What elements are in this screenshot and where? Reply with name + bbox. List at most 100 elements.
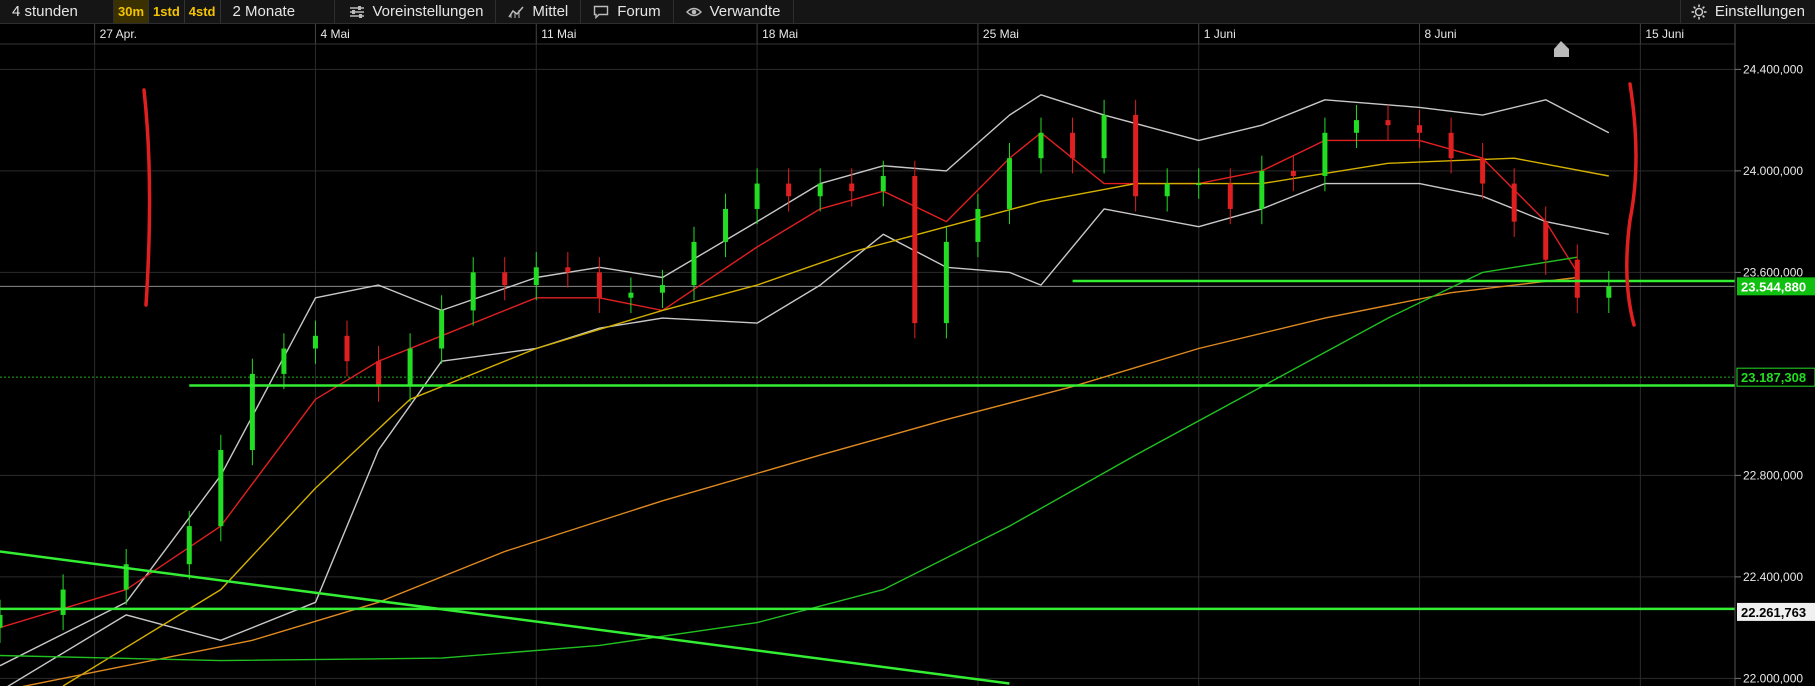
- candle-body: [1385, 120, 1391, 126]
- candle-body: [312, 335, 318, 349]
- candle-body: [723, 208, 729, 242]
- trend-line[interactable]: [0, 550, 1010, 685]
- x-tick-label: 15 Juni: [1645, 27, 1684, 41]
- candle-body: [754, 183, 760, 209]
- candle-body: [1606, 286, 1612, 298]
- series-bollinger_upper: [0, 94, 1610, 667]
- settings-button[interactable]: Einstellungen: [1679, 0, 1815, 23]
- interval-1std-label: 1std: [153, 4, 180, 19]
- candle-body: [1322, 132, 1328, 176]
- presets-label: Voreinstellungen: [372, 3, 484, 20]
- range-label: 2 Monate: [232, 3, 296, 20]
- candle-body: [439, 310, 445, 349]
- candle-body: [1543, 221, 1549, 260]
- x-axis-band: [0, 24, 1815, 44]
- candle-body: [533, 267, 539, 286]
- candle-body: [880, 175, 886, 192]
- candle-body: [596, 272, 602, 298]
- candle-body: [218, 450, 224, 527]
- y-tick-label: 24.000,000: [1743, 164, 1803, 178]
- candle-body: [1006, 158, 1012, 209]
- interval-30m-button[interactable]: 30m: [114, 0, 150, 23]
- candle-body: [60, 589, 66, 615]
- candle-body: [1196, 183, 1202, 186]
- candle-body: [1448, 132, 1454, 159]
- candle-body: [1038, 132, 1044, 159]
- candle-body: [1133, 115, 1139, 197]
- candle-body: [344, 335, 350, 362]
- y-tick-label: 22.800,000: [1743, 468, 1803, 482]
- indicator-lines: [0, 94, 1610, 686]
- y-tick-label: 23.600,000: [1743, 265, 1803, 279]
- average-button[interactable]: Mittel: [496, 0, 582, 23]
- candlestick-chart[interactable]: 27 Apr. 4 Mai 11 Mai 18 Mai 25 Mai 1 Juni 8 Ju…: [0, 24, 1815, 686]
- x-tick-label: 25 Mai: [983, 27, 1019, 41]
- candle-body: [1227, 183, 1233, 209]
- candle-body: [628, 292, 634, 298]
- interval-4std-label: 4std: [188, 4, 216, 19]
- indicator-icon: [508, 6, 524, 18]
- x-tick-label: 4 Mai: [320, 27, 349, 41]
- x-axis: 27 Apr. 4 Mai 11 Mai 18 Mai 25 Mai 1 Juni 8 Ju…: [0, 24, 1815, 45]
- candle-body: [1164, 183, 1170, 197]
- speech-bubble-icon: [594, 5, 609, 19]
- interval-30m-label: 30m: [118, 4, 145, 19]
- gear-icon: [1691, 4, 1707, 19]
- candle-body: [1290, 170, 1296, 176]
- candle-body: [691, 241, 697, 286]
- series-ma_long_orange: [21, 276, 1578, 686]
- series-ma_mid: [62, 157, 1609, 686]
- candle-body: [817, 183, 823, 197]
- price-tag-label: 23.187,308: [1741, 370, 1806, 385]
- horizontal-lines[interactable]: [0, 279, 1735, 611]
- period-dropdown[interactable]: 4 stunden: [0, 0, 114, 23]
- right-red-marker: [1625, 82, 1638, 327]
- candle-body: [1511, 183, 1517, 222]
- candle-body: [849, 183, 855, 192]
- grid: [0, 44, 1735, 686]
- interval-4std-button[interactable]: 4std: [185, 0, 221, 23]
- y-axis: 24.400,000 24.000,000 23.600,000 22.800,000…: [1734, 24, 1815, 686]
- candle-body: [943, 241, 949, 324]
- toolbar: 4 stunden 30m 1std 4std 2 Monate Voreins…: [0, 0, 1815, 24]
- candles: [0, 99, 1612, 643]
- candle-body: [565, 267, 571, 273]
- candle-body: [186, 526, 192, 565]
- candle-body: [1259, 170, 1265, 209]
- candle-body: [659, 285, 665, 293]
- x-tick-label: 11 Mai: [541, 27, 576, 41]
- candle-body: [502, 272, 508, 286]
- candle-body: [376, 361, 382, 387]
- price-tag: 22.261,763: [1737, 602, 1815, 621]
- related-button[interactable]: Verwandte: [674, 0, 794, 23]
- x-tick-label: 8 Juni: [1425, 27, 1457, 41]
- candle-body: [470, 272, 476, 311]
- sliders-icon: [349, 5, 364, 18]
- forum-label: Forum: [617, 3, 661, 20]
- trend-line-group[interactable]: [0, 550, 1010, 685]
- price-tag: 23.187,308: [1736, 367, 1815, 387]
- price-tag-label: 22.261,763: [1741, 605, 1806, 620]
- y-axis-band: [1735, 24, 1815, 686]
- range-dropdown[interactable]: 2 Monate: [221, 0, 335, 23]
- candle-body: [912, 175, 918, 324]
- y-tick-label: 24.400,000: [1743, 62, 1803, 76]
- candle-body: [407, 348, 413, 387]
- price-tag: 23.544,880: [1737, 277, 1815, 296]
- candle-body: [1353, 120, 1359, 133]
- forum-button[interactable]: Forum: [581, 0, 674, 23]
- candle-body: [1101, 115, 1107, 159]
- candle-body: [0, 614, 3, 628]
- candle-body: [281, 348, 287, 374]
- candle-body: [1417, 125, 1423, 133]
- candle-body: [1574, 259, 1580, 298]
- y-tick-label: 22.400,000: [1743, 570, 1803, 584]
- candle-body: [975, 208, 981, 242]
- candle-body: [1480, 158, 1486, 184]
- presets-button[interactable]: Voreinstellungen: [335, 0, 497, 23]
- y-tick-label: 22.000,000: [1743, 671, 1803, 685]
- average-label: Mittel: [532, 3, 569, 20]
- interval-1std-button[interactable]: 1std: [149, 0, 185, 23]
- eye-icon: [685, 7, 702, 16]
- series-ma_long_green: [0, 256, 1578, 662]
